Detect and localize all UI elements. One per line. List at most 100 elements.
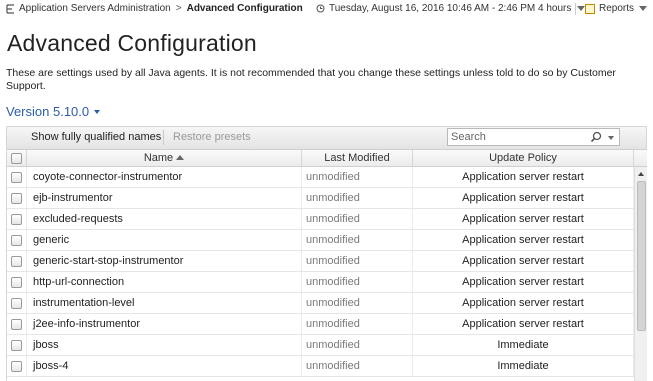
cell-update-policy: Application server restart: [413, 188, 634, 208]
row-checkbox[interactable]: [11, 298, 22, 309]
scrollbar-thumb[interactable]: [637, 181, 646, 331]
table-row[interactable]: instrumentation-level unmodified Applicati…: [7, 293, 634, 314]
row-checkbox[interactable]: [11, 361, 22, 372]
cell-update-policy: Application server restart: [413, 293, 634, 313]
sort-ascending-icon: [176, 155, 185, 160]
cell-name[interactable]: excluded-requests: [27, 209, 302, 229]
row-select-cell: [7, 335, 27, 355]
cell-last-modified: unmodified: [302, 167, 413, 187]
page-description: These are settings used by all Java agen…: [6, 67, 616, 92]
breadcrumb-separator: >: [175, 3, 182, 14]
cell-last-modified: unmodified: [302, 335, 413, 355]
row-select-cell: [7, 272, 27, 292]
page-title: Advanced Configuration: [7, 30, 257, 56]
row-checkbox[interactable]: [11, 235, 22, 246]
row-checkbox[interactable]: [11, 256, 22, 267]
reports-label: Reports: [599, 3, 635, 14]
scroll-up-arrow-icon[interactable]: [638, 172, 644, 176]
table-toolbar: Show fully qualified names Restore prese…: [6, 126, 647, 149]
version-label: Version 5.10.0: [6, 104, 90, 119]
table-row[interactable]: jboss unmodified Immediate: [7, 335, 634, 356]
cell-last-modified: unmodified: [302, 230, 413, 250]
cell-update-policy: Application server restart: [413, 167, 634, 187]
table-row[interactable]: coyote-connector-instrumentor unmodified A…: [7, 167, 634, 188]
chevron-down-icon: [639, 6, 648, 11]
table-row[interactable]: generic unmodified Application server rest…: [7, 230, 634, 251]
time-range-label: Tuesday, August 16, 2016 10:46 AM - 2:46…: [329, 3, 572, 14]
row-select-cell: [7, 209, 27, 229]
row-select-cell: [7, 356, 27, 376]
row-checkbox[interactable]: [11, 193, 22, 204]
breadcrumb: Application Servers Administration > Adv…: [6, 3, 303, 14]
select-all-checkbox[interactable]: [11, 153, 22, 164]
cell-name[interactable]: http-url-connection: [27, 272, 302, 292]
toolbar-separator: [163, 130, 164, 145]
toolbar-divider: [575, 3, 576, 15]
cell-update-policy: Application server restart: [413, 272, 634, 292]
cell-name[interactable]: jboss: [27, 335, 302, 355]
version-selector[interactable]: Version 5.10.0: [6, 104, 101, 119]
search-options-chevron-icon[interactable]: [608, 136, 614, 140]
search-input[interactable]: [448, 129, 588, 145]
cell-last-modified: unmodified: [302, 251, 413, 271]
row-select-cell: [7, 230, 27, 250]
table-header: Name Last Modified Update Policy: [7, 149, 647, 167]
row-checkbox[interactable]: [11, 340, 22, 351]
breadcrumb-parent-link[interactable]: Application Servers Administration: [19, 3, 171, 14]
cell-name[interactable]: j2ee-info-instrumentor: [27, 314, 302, 334]
cell-update-policy: Immediate: [413, 356, 634, 376]
show-fully-qualified-names-button[interactable]: Show fully qualified names: [31, 131, 161, 143]
row-select-cell: [7, 293, 27, 313]
column-header-last-modified[interactable]: Last Modified: [302, 150, 413, 167]
table-row[interactable]: excluded-requests unmodified Application s…: [7, 209, 634, 230]
magnifier-icon[interactable]: [590, 131, 602, 143]
cell-update-policy: Application server restart: [413, 209, 634, 229]
table-row[interactable]: http-url-connection unmodified Application…: [7, 272, 634, 293]
chevron-down-icon: [94, 109, 101, 114]
cell-last-modified: unmodified: [302, 272, 413, 292]
cell-last-modified: unmodified: [302, 293, 413, 313]
table-row[interactable]: jboss-4 unmodified Immediate: [7, 356, 634, 377]
cell-update-policy: Application server restart: [413, 251, 634, 271]
table-row[interactable]: j2ee-info-instrumentor unmodified Applicat…: [7, 314, 634, 335]
clock-arrow-icon: [316, 4, 325, 13]
column-header-name[interactable]: Name: [27, 150, 302, 167]
header-select-cell: [7, 150, 27, 167]
row-select-cell: [7, 314, 27, 334]
cell-name[interactable]: instrumentation-level: [27, 293, 302, 313]
cell-name[interactable]: generic: [27, 230, 302, 250]
breadcrumb-current: Advanced Configuration: [186, 3, 303, 14]
cell-name[interactable]: ejb-instrumentor: [27, 188, 302, 208]
cell-update-policy: Application server restart: [413, 230, 634, 250]
row-select-cell: [7, 188, 27, 208]
reports-menu[interactable]: Reports: [585, 3, 648, 14]
app-server-icon: [6, 3, 15, 14]
column-header-update-policy[interactable]: Update Policy: [413, 150, 634, 167]
table-row[interactable]: ejb-instrumentor unmodified Application se…: [7, 188, 634, 209]
time-range-selector[interactable]: Tuesday, August 16, 2016 10:46 AM - 2:46…: [316, 3, 586, 14]
table-row[interactable]: generic-start-stop-instrumentor unmodifie…: [7, 251, 634, 272]
cell-name[interactable]: jboss-4: [27, 356, 302, 376]
top-bar: Application Servers Administration > Adv…: [0, 0, 653, 18]
row-select-cell: [7, 251, 27, 271]
row-checkbox[interactable]: [11, 172, 22, 183]
restore-presets-button[interactable]: Restore presets: [173, 131, 251, 143]
row-checkbox[interactable]: [11, 277, 22, 288]
table-body: coyote-connector-instrumentor unmodified A…: [7, 167, 634, 377]
row-checkbox[interactable]: [11, 214, 22, 225]
cell-last-modified: unmodified: [302, 188, 413, 208]
column-header-name-label: Name: [143, 152, 174, 164]
cell-name[interactable]: generic-start-stop-instrumentor: [27, 251, 302, 271]
cell-last-modified: unmodified: [302, 314, 413, 334]
row-select-cell: [7, 167, 27, 187]
settings-table: Name Last Modified Update Policy coyote-…: [6, 149, 647, 381]
cell-update-policy: Immediate: [413, 335, 634, 355]
vertical-scrollbar[interactable]: [634, 167, 647, 381]
search-box: [447, 128, 620, 146]
row-checkbox[interactable]: [11, 319, 22, 330]
cell-name[interactable]: coyote-connector-instrumentor: [27, 167, 302, 187]
cell-last-modified: unmodified: [302, 356, 413, 376]
cell-last-modified: unmodified: [302, 209, 413, 229]
cell-update-policy: Application server restart: [413, 314, 634, 334]
reports-icon: [585, 3, 595, 14]
